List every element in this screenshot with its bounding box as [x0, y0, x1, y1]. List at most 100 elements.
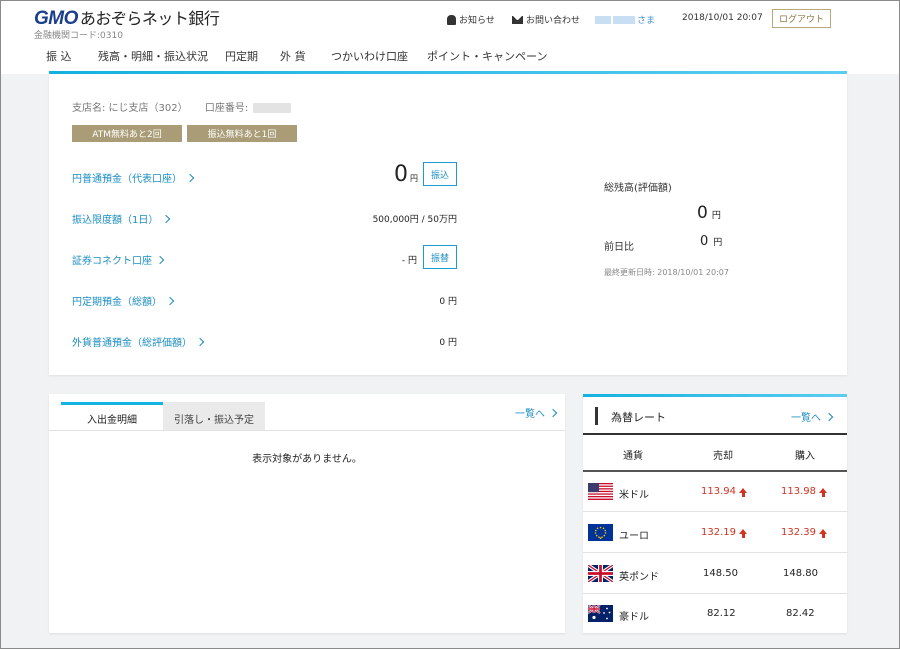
envelope-icon: [512, 15, 523, 24]
transfer-limit-link[interactable]: 振込限度額（1日）: [72, 211, 171, 226]
account-number-mask: [253, 103, 292, 113]
row-label: 外貨普通預金（総評価額）: [72, 338, 192, 349]
empty-message: 表示対象がありません。: [252, 454, 362, 465]
fx-row-divider: [583, 511, 847, 512]
nav-sub-accounts[interactable]: つかいわけ口座: [331, 48, 408, 64]
fx-header-top-line: [583, 433, 847, 435]
contact-link[interactable]: お問い合わせ: [512, 13, 580, 26]
nav-transfer[interactable]: 振 込: [46, 48, 72, 64]
logout-button[interactable]: ログアウト: [772, 9, 831, 28]
fx-buy-rate: 113.98: [781, 486, 827, 497]
rate-value: 82.42: [786, 608, 815, 619]
logo-bank-name: あおぞらネット銀行: [79, 9, 220, 28]
row-label: 振込限度額（1日）: [72, 215, 159, 226]
logo-gmo: GMO: [34, 8, 78, 29]
fx-sell-rate: 113.94: [701, 486, 747, 497]
rate-value: 113.98: [781, 486, 816, 497]
prev-value: 0: [700, 234, 709, 249]
fx-rates-card: 為替レート 一覧へ 通貨 売却 購入 米ドル 113.94 113.98 ユーロ…: [583, 394, 847, 633]
fx-list-link[interactable]: 一覧へ: [791, 409, 834, 424]
transactions-card: 入出金明細 引落し・振込予定 一覧へ 表示対象がありません。: [49, 394, 565, 633]
fx-sell-rate: 82.12: [707, 608, 736, 619]
chevron-right-icon: [162, 214, 171, 223]
chevron-right-icon: [155, 255, 165, 264]
au-flag-icon: [588, 605, 613, 622]
user-suffix: さま: [637, 16, 656, 26]
amount-value: 0: [394, 162, 408, 187]
yen-savings-amount: 0円: [394, 162, 418, 187]
notice-label: お知らせ: [459, 16, 495, 26]
row-label: 円定期預金（総額）: [72, 297, 162, 308]
chevron-right-icon: [195, 337, 205, 346]
fx-header-sell: 売却: [713, 451, 733, 462]
prev-day-label: 前日比: [604, 242, 634, 253]
nav-balance[interactable]: 残高・明細・振込状況: [98, 48, 208, 64]
header: GMO あおぞらネット銀行 金融機関コード:0310 お知らせ お問い合わせ さ…: [1, 1, 899, 74]
arrow-up-icon: [739, 529, 747, 538]
nav-time-deposit[interactable]: 円定期: [225, 48, 258, 64]
rate-value: 148.50: [703, 568, 738, 579]
user-name: さま: [595, 13, 655, 26]
transfer-limit-amount: 500,000円 / 50万円: [372, 215, 457, 225]
account-number-label: 口座番号:: [204, 103, 249, 114]
transactions-list-link[interactable]: 一覧へ: [515, 405, 558, 420]
total-balance-label: 総残高(評価額): [604, 183, 672, 194]
fx-header-bottom-line: [583, 470, 847, 472]
fx-currency-name: ユーロ: [619, 531, 649, 542]
bell-icon: [447, 14, 456, 25]
transfer-button[interactable]: 振込: [423, 162, 457, 186]
nav-foreign-currency[interactable]: 外 貨: [280, 48, 306, 64]
user-name-mask: [595, 15, 611, 24]
total-value: 0: [697, 203, 708, 223]
rate-value: 132.19: [701, 527, 736, 538]
fx-buy-rate: 132.39: [781, 527, 827, 538]
arrow-up-icon: [819, 529, 827, 538]
row-label: 円普通預金（代表口座）: [72, 174, 182, 185]
arrow-up-icon: [819, 488, 827, 497]
us-flag-icon: [588, 483, 613, 500]
fx-buy-rate: 148.80: [783, 568, 818, 579]
yen-savings-link[interactable]: 円普通預金（代表口座）: [72, 170, 195, 185]
sweep-button[interactable]: 振替: [423, 245, 457, 269]
fx-sell-rate: 132.19: [701, 527, 747, 538]
account-summary-card: 支店名: にじ支店（302） 口座番号: ATM無料あと2回 振込無料あと1回 …: [49, 74, 847, 375]
nav-points[interactable]: ポイント・キャンペーン: [427, 48, 547, 64]
fx-accent-bar: [583, 394, 847, 397]
arrow-up-icon: [739, 488, 747, 497]
tab-transactions[interactable]: 入出金明細: [61, 402, 163, 431]
total-balance-amount: 0円: [697, 203, 721, 223]
prev-day-amount: 0円: [700, 234, 722, 249]
securities-amount: - 円: [401, 256, 417, 266]
time-deposit-amount: 0 円: [439, 297, 457, 307]
rate-value: 113.94: [701, 486, 736, 497]
atm-free-badge: ATM無料あと2回: [72, 125, 182, 142]
bank-logo[interactable]: GMO あおぞらネット銀行: [34, 5, 220, 29]
rate-value: 82.12: [707, 608, 736, 619]
tab-scheduled[interactable]: 引落し・振込予定: [163, 402, 265, 431]
notice-link[interactable]: お知らせ: [447, 13, 495, 26]
contact-label: お問い合わせ: [526, 16, 581, 26]
rate-value: 132.39: [781, 527, 816, 538]
user-name-mask: [613, 15, 635, 24]
branch-info: 支店名: にじ支店（302） 口座番号:: [72, 99, 292, 114]
time-deposit-link[interactable]: 円定期預金（総額）: [72, 293, 175, 308]
branch-name: 支店名: にじ支店（302）: [72, 103, 188, 114]
uk-flag-icon: [588, 565, 613, 582]
rate-value: 148.80: [783, 568, 818, 579]
fx-title-marker: [595, 407, 598, 425]
tab-divider: [49, 430, 565, 431]
securities-connect-link[interactable]: 証券コネクト口座: [72, 252, 165, 267]
total-unit: 円: [711, 211, 721, 221]
prev-unit: 円: [713, 238, 723, 248]
fx-savings-link[interactable]: 外貨普通預金（総評価額）: [72, 334, 205, 349]
institution-code: 金融機関コード:0310: [34, 31, 123, 41]
fx-header-currency: 通貨: [623, 451, 643, 462]
link-label: 一覧へ: [515, 409, 545, 420]
chevron-right-icon: [185, 173, 195, 182]
fx-savings-amount: 0 円: [439, 338, 457, 348]
chevron-right-icon: [165, 296, 175, 305]
amount-unit: 円: [410, 174, 418, 183]
transfer-free-badge: 振込無料あと1回: [187, 125, 297, 142]
fx-header-buy: 購入: [795, 451, 815, 462]
chevron-right-icon: [548, 408, 558, 417]
